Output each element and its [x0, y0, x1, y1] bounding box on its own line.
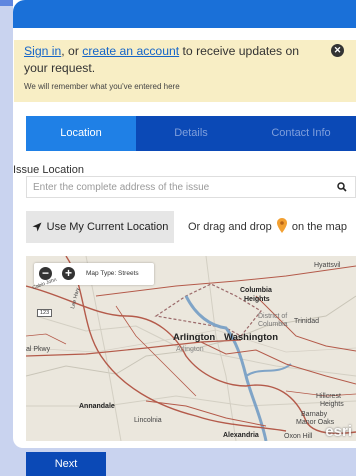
map-label-arlington-small: Arlington — [176, 346, 204, 353]
tab-location[interactable]: Location — [26, 116, 136, 151]
map-label-barnaby-1: Barnaby — [301, 411, 328, 418]
map-label-washington: Washington — [224, 332, 278, 343]
map-label-columbia-heights-1: Columbia — [240, 287, 272, 294]
map-type-selector[interactable]: Map Type: Streets — [86, 270, 139, 277]
alert-separator: , or — [61, 44, 83, 58]
card-header — [13, 0, 356, 28]
issue-location-label: Issue Location — [13, 164, 84, 176]
map-label-annandale: Annandale — [79, 403, 115, 410]
map-view[interactable]: − + Map Type: Streets Hyattsvil Columbia… — [26, 256, 356, 441]
search-icon[interactable] — [337, 182, 347, 192]
map-label-district-2: Columbia — [258, 321, 288, 328]
page: Sign in, or create an account to receive… — [0, 0, 356, 476]
use-current-location-button[interactable]: Use My Current Location — [26, 211, 174, 243]
close-circle-icon[interactable]: ✕ — [331, 44, 344, 57]
map-label-hyattsville: Hyattsvil — [314, 262, 341, 269]
use-current-location-label: Use My Current Location — [46, 221, 169, 233]
issue-location-field — [26, 176, 356, 198]
map-label-hillcrest-1: Hillcrest — [316, 393, 341, 400]
form-tabs: Location Details Contact Info — [26, 116, 356, 151]
map-label-alexandria: Alexandria — [223, 432, 259, 439]
map-label-district-1: District of — [258, 313, 288, 320]
map-label-lincolnia: Lincolnia — [134, 417, 162, 424]
esri-attribution: esri — [325, 423, 352, 440]
create-account-link[interactable]: create an account — [82, 44, 179, 58]
sign-in-link[interactable]: Sign in — [24, 44, 61, 58]
drag-drop-hint: Or drag and drop on the map — [188, 218, 347, 234]
drag-drop-text-after: on the map — [291, 221, 347, 233]
map-pin-icon[interactable] — [276, 218, 287, 234]
drag-drop-text-before: Or drag and drop — [188, 221, 272, 233]
map-label-pkwy: al Pkwy — [26, 346, 51, 353]
zoom-in-icon[interactable]: + — [62, 267, 75, 280]
route-123-shield: 123 — [37, 309, 53, 317]
tab-contact-info[interactable]: Contact Info — [246, 116, 356, 151]
map-label-hillcrest-2: Heights — [320, 401, 344, 408]
alert-note: We will remember what you've entered her… — [24, 82, 180, 91]
next-button[interactable]: Next — [26, 452, 106, 476]
map-label-arlington: Arlington — [173, 332, 216, 343]
map-label-trinidad: Trinidad — [294, 318, 320, 325]
issue-location-input[interactable] — [33, 179, 323, 195]
map-label-columbia-heights-2: Heights — [244, 296, 270, 303]
sign-in-message: Sign in, or create an account to receive… — [24, 43, 314, 77]
map-label-oxon-hill: Oxon Hill — [284, 433, 313, 440]
location-arrow-icon — [32, 222, 42, 232]
tab-details[interactable]: Details — [136, 116, 246, 151]
